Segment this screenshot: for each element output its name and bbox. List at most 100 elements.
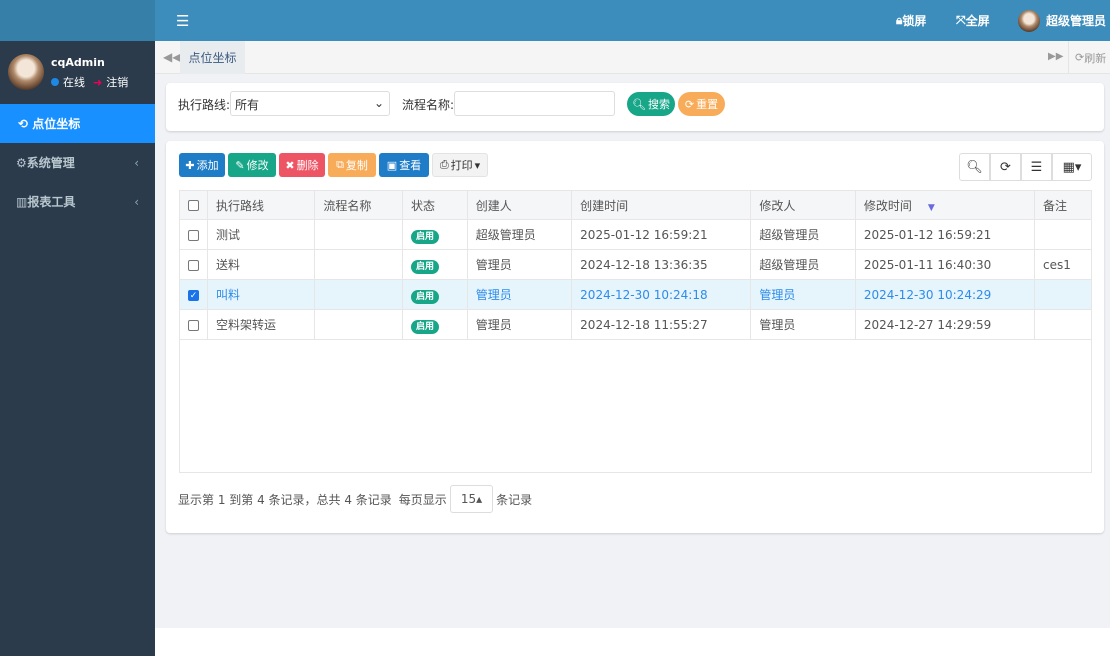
online-dot-icon — [51, 78, 59, 86]
lock-screen-button[interactable]: 🔒︎ 锁屏 — [896, 0, 926, 41]
sort-desc-icon: ▼ — [927, 202, 935, 213]
search-icon: 🔍︎ — [966, 159, 983, 175]
cell-creator: 管理员 — [466, 309, 573, 340]
status-badge: 启用 — [410, 289, 439, 304]
flow-name-input[interactable] — [454, 91, 615, 116]
col-modified[interactable]: 修改时间 ▼ — [854, 190, 1036, 220]
fullscreen-button[interactable]: ⤧ 全屏 — [956, 0, 990, 41]
chevron-left-icon: ‹ — [134, 155, 139, 170]
cell-modifier: 超级管理员 — [750, 219, 856, 250]
list-icon: ☰ — [1030, 159, 1043, 175]
refresh-icon: ⟲ — [18, 116, 33, 131]
logo-area — [0, 0, 155, 41]
status-badge: 启用 — [410, 319, 439, 334]
col-flow[interactable]: 流程名称 — [314, 190, 403, 220]
cell-creator: 超级管理员 — [466, 219, 573, 250]
table-search-button[interactable]: 🔍︎ — [959, 153, 990, 181]
sidebar-item-reports[interactable]: ▥ 报表工具 ‹ — [0, 182, 155, 221]
delete-button[interactable]: ✖ 删除 — [279, 153, 325, 177]
cell-status: 启用 — [401, 249, 468, 280]
tab-point-coords[interactable]: 点位坐标 — [180, 41, 245, 74]
route-label: 执行路线: — [178, 98, 231, 112]
col-route[interactable]: 执行路线 — [206, 190, 316, 220]
expand-icon: ⤧ — [956, 13, 966, 27]
cell-creator: 管理员 — [466, 279, 573, 310]
add-button[interactable]: ✚ 添加 — [179, 153, 225, 177]
copy-button[interactable]: ⧉ 复制 — [328, 153, 376, 177]
cell-flow — [314, 279, 403, 310]
cell-status: 启用 — [401, 219, 468, 250]
copy-icon: ⧉ — [336, 158, 344, 171]
select-all-checkbox[interactable] — [179, 190, 208, 220]
route-select[interactable]: 所有 ⌄ — [230, 91, 390, 116]
print-dropdown[interactable]: ⎙ 打印 ▾ — [432, 153, 488, 177]
col-note[interactable]: 备注 — [1034, 190, 1092, 220]
table-toggle-view-button[interactable]: ☰ — [1021, 153, 1052, 181]
user-panel: cqAdmin 在线 ➜ 注销 — [0, 41, 155, 104]
plus-icon: ✚ — [185, 158, 195, 172]
row-checkbox[interactable] — [179, 309, 208, 340]
refresh-icon: ⟳ — [1000, 159, 1011, 175]
scroll-right-icon[interactable]: ▶▶ — [1048, 51, 1063, 62]
top-navbar: ☰ 🔒︎ 锁屏 ⤧ 全屏 超级管理员 — [0, 0, 1110, 41]
cell-status: 启用 — [401, 279, 468, 310]
scroll-left-icon[interactable]: ◀◀ — [163, 50, 181, 64]
table-row[interactable]: 送料 启用 管理员 2024-12-18 13:36:35 超级管理员 2025… — [179, 249, 1092, 280]
tab-bar: ◀◀ 点位坐标 ▶▶ ⟳ 刷新 — [155, 41, 1110, 74]
cell-note — [1034, 279, 1092, 310]
col-created[interactable]: 创建时间 — [571, 190, 752, 220]
logout-link[interactable]: 注销 — [106, 74, 128, 90]
col-status[interactable]: 状态 — [401, 190, 468, 220]
sidebar-item-system[interactable]: ⚙ 系统管理 ‹ — [0, 143, 155, 182]
columns-dropdown[interactable]: ▦▾ — [1052, 153, 1092, 181]
user-menu[interactable]: 超级管理员 — [1018, 0, 1106, 41]
row-checkbox[interactable] — [179, 249, 208, 280]
reset-button[interactable]: ⟳ 重置 — [678, 92, 725, 116]
cell-creator: 管理员 — [466, 249, 573, 280]
sidebar-item-point-coords[interactable]: ⟲ 点位坐标 — [0, 104, 155, 143]
status-badge: 启用 — [410, 259, 439, 274]
chevron-left-icon: ‹ — [134, 194, 139, 209]
flow-label: 流程名称: — [402, 98, 455, 112]
row-checkbox[interactable] — [179, 219, 208, 250]
cell-modified: 2024-12-30 10:24:29 — [854, 279, 1036, 310]
table-row[interactable]: 测试 启用 超级管理员 2025-01-12 16:59:21 超级管理员 20… — [179, 219, 1092, 250]
table-empty-area — [179, 340, 1092, 473]
row-checkbox[interactable]: ✓ — [179, 279, 208, 310]
col-modifier[interactable]: 修改人 — [750, 190, 856, 220]
close-icon: ✖ — [285, 158, 295, 172]
search-button[interactable]: 🔍︎ 搜索 — [627, 92, 675, 116]
online-status: 在线 — [63, 76, 85, 89]
grid-icon: ▦▾ — [1062, 159, 1082, 175]
table-row[interactable]: 空料架转运 启用 管理员 2024-12-18 11:55:27 管理员 202… — [179, 309, 1092, 340]
cell-route: 送料 — [206, 249, 316, 280]
col-creator[interactable]: 创建人 — [466, 190, 573, 220]
search-icon: 🔍︎ — [632, 97, 646, 111]
refresh-icon: ⟳ — [1075, 51, 1085, 64]
cell-route: 空料架转运 — [206, 309, 316, 340]
refresh-icon: ⟳ — [684, 97, 695, 111]
cell-flow — [314, 249, 403, 280]
menu-toggle-icon[interactable]: ☰ — [176, 12, 189, 30]
caret-up-icon: ▴ — [476, 492, 483, 506]
edit-icon: ✎ — [235, 158, 245, 172]
cell-modified: 2024-12-27 14:29:59 — [854, 309, 1036, 340]
cell-created: 2024-12-30 10:24:18 — [571, 279, 752, 310]
id-card-icon: ▣ — [386, 158, 398, 172]
page-size-dropdown[interactable]: 15 ▴ — [449, 485, 494, 513]
cell-modifier: 管理员 — [750, 279, 856, 310]
cell-modified: 2025-01-12 16:59:21 — [854, 219, 1036, 250]
gear-icon: ⚙ — [16, 155, 27, 170]
cell-created: 2024-12-18 13:36:35 — [571, 249, 752, 280]
cell-modified: 2025-01-11 16:40:30 — [854, 249, 1036, 280]
status-badge: 启用 — [410, 229, 439, 244]
edit-button[interactable]: ✎ 修改 — [228, 153, 276, 177]
barcode-icon: ▥ — [16, 194, 28, 209]
view-button[interactable]: ▣ 查看 — [379, 153, 429, 177]
table-refresh-button[interactable]: ⟳ — [990, 153, 1021, 181]
table-row[interactable]: ✓ 叫料 启用 管理员 2024-12-30 10:24:18 管理员 2024… — [179, 279, 1092, 310]
cell-created: 2025-01-12 16:59:21 — [571, 219, 752, 250]
print-icon: ⎙ — [439, 158, 449, 171]
cell-created: 2024-12-18 11:55:27 — [571, 309, 752, 340]
refresh-tab-button[interactable]: ⟳ 刷新 — [1068, 41, 1106, 74]
